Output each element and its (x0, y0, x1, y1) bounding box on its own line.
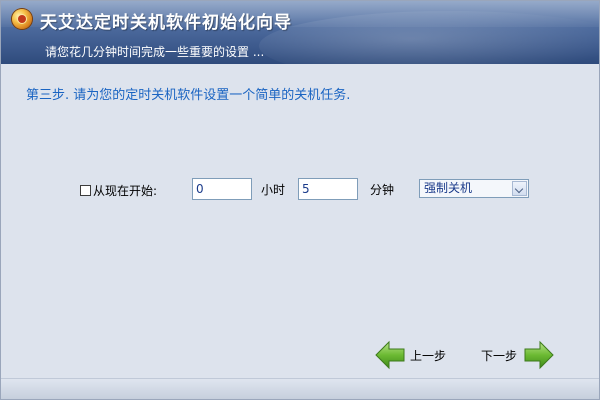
right-arrow-icon (524, 340, 554, 370)
window-footer (1, 378, 599, 399)
wizard-window: 天艾达定时关机软件初始化向导 请您花几分钟时间完成一些重要的设置 ... 第三步… (0, 0, 600, 400)
hours-input[interactable]: 0 (192, 178, 252, 200)
wizard-title: 天艾达定时关机软件初始化向导 (40, 13, 292, 33)
shutdown-action-value: 强制关机 (424, 181, 473, 195)
left-arrow-icon (375, 340, 405, 370)
app-logo-icon (12, 9, 32, 29)
next-button-label: 下一步 (481, 348, 518, 363)
prev-button[interactable]: 上一步 (374, 340, 446, 370)
shutdown-action-select[interactable]: 强制关机 (419, 179, 529, 198)
hours-unit-label: 小时 (261, 183, 286, 197)
start-now-checkbox[interactable] (80, 185, 91, 196)
task-settings-row: 从现在开始: 0 小时 5 分钟 强制关机 (1, 177, 599, 201)
chevron-down-icon[interactable] (512, 181, 527, 196)
step-instruction: 第三步. 请为您的定时关机软件设置一个简单的关机任务. (26, 88, 351, 103)
next-button[interactable]: 下一步 (481, 340, 555, 370)
prev-button-label: 上一步 (410, 348, 447, 363)
minutes-unit-label: 分钟 (370, 183, 395, 197)
start-now-label: 从现在开始: (93, 184, 158, 198)
start-now-checkbox-group[interactable]: 从现在开始: (80, 182, 157, 199)
wizard-header: 天艾达定时关机软件初始化向导 请您花几分钟时间完成一些重要的设置 ... (1, 1, 599, 64)
wizard-subtitle: 请您花几分钟时间完成一些重要的设置 ... (45, 45, 265, 59)
minutes-input[interactable]: 5 (298, 178, 358, 200)
